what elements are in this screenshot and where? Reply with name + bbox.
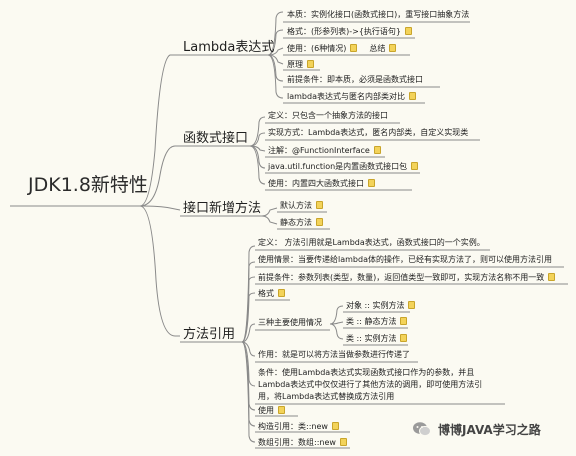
lambda-item[interactable]: lambda表达式与匿名内部类对比 — [287, 92, 416, 101]
branch-lambda[interactable]: Lambda表达式 — [183, 41, 274, 54]
lambda-item-text: 前提条件：即本质，必须是函数式接口 — [287, 75, 423, 84]
methodref-item-text: 使用 — [258, 406, 274, 415]
newmethod-item-text: 默认方法 — [280, 201, 312, 210]
functional-item-text: 定义：只包含一个抽象方法的接口 — [268, 111, 388, 120]
methodref-item-text: 使用情景：当要传递给lambda体的操作，已经有实现方法了，则可以使用方法引用 — [258, 255, 552, 264]
lambda-item[interactable]: 前提条件：即本质，必须是函数式接口 — [287, 76, 423, 84]
note-icon — [408, 301, 416, 309]
note-icon — [316, 201, 323, 209]
note-icon — [408, 92, 416, 100]
branch-method-reference[interactable]: 方法引用 — [183, 328, 235, 341]
methodref-condition-line: 用，将Lambda表达式替换成方法引用 — [258, 392, 395, 401]
methodref-item-text: 构造引用：类::new — [258, 422, 328, 431]
newmethod-item[interactable]: 静态方法 — [280, 218, 323, 227]
note-icon — [307, 60, 314, 68]
note-icon — [373, 146, 381, 154]
methodref-condition-line: 条件：使用Lambda表达式实现函数式接口作为的参数，并且 — [258, 368, 475, 377]
methodref-item-text: 作用：就是可以将方法当做参数进行传递了 — [258, 350, 410, 359]
methodref-case-text: 类 :: 静态方法 — [346, 317, 397, 326]
note-icon — [368, 179, 375, 187]
methodref-item[interactable]: 使用情景：当要传递给lambda体的操作，已经有实现方法了，则可以使用方法引用 — [258, 256, 552, 264]
methodref-item[interactable]: 前提条件：参数列表(类型，数量)，返回值类型一致即可，实现方法名称不用一致 — [258, 273, 556, 282]
note-icon — [339, 438, 347, 446]
methodref-item-text: 数组引用：数组::new — [258, 438, 336, 447]
lambda-item[interactable]: 使用：(6种情况) 总结 — [287, 44, 397, 53]
methodref-item[interactable]: 数组引用：数组::new — [258, 438, 347, 447]
lambda-item[interactable]: 格式：(形参列表)->{执行语句} — [287, 27, 413, 36]
watermark: 博博JAVA学习之路 — [412, 418, 541, 440]
methodref-item[interactable]: 三种主要使用情况 — [258, 319, 322, 327]
functional-item-text: 实现方式：Lambda表达式，匿名内部类，自定义实现类 — [268, 128, 469, 137]
functional-item[interactable]: 定义：只包含一个抽象方法的接口 — [268, 112, 388, 120]
newmethod-item[interactable]: 默认方法 — [280, 201, 323, 210]
branch-functional-interface[interactable]: 函数式接口 — [183, 132, 248, 145]
newmethod-item-text: 静态方法 — [280, 218, 312, 227]
methodref-condition[interactable]: 条件：使用Lambda表达式实现函数式接口作为的参数，并且 Lambda表达式中… — [258, 367, 482, 403]
root-topic[interactable]: JDK1.8新特性 — [28, 176, 148, 195]
note-icon — [548, 273, 556, 281]
methodref-case[interactable]: 类 :: 静态方法 — [346, 317, 408, 326]
note-icon — [278, 406, 285, 414]
lambda-item-text: 使用：(6种情况) — [287, 44, 347, 53]
methodref-item-text: 前提条件：参数列表(类型，数量)，返回值类型一致即可，实现方法名称不用一致 — [258, 273, 545, 282]
note-icon — [350, 44, 358, 52]
methodref-condition-line: Lambda表达式中仅仅进行了其他方法的调用，即可使用方法引 — [258, 380, 483, 389]
methodref-case[interactable]: 类 :: 实例方法 — [346, 334, 408, 343]
lambda-item-text: 原理 — [287, 60, 303, 69]
functional-item[interactable]: 实现方式：Lambda表达式，匿名内部类，自定义实现类 — [268, 129, 468, 137]
methodref-case-text: 对象 :: 实例方法 — [346, 301, 405, 310]
branch-interface-new-methods[interactable]: 接口新增方法 — [183, 202, 261, 215]
methodref-item-text: 定义： 方法引用就是Lambda表达式，函数式接口的一个实例。 — [258, 238, 485, 247]
note-icon — [278, 289, 285, 297]
lambda-item-text: 本质：实例化接口(函数式接口)，重写接口抽象方法 — [287, 10, 470, 19]
functional-item-text: java.util.function是内置函数式接口包 — [268, 162, 408, 171]
functional-item-text: 注解：@FunctionInterface — [268, 146, 370, 155]
methodref-item-text: 三种主要使用情况 — [258, 318, 322, 327]
methodref-item[interactable]: 构造引用：类::new — [258, 422, 339, 431]
lambda-item[interactable]: 原理 — [287, 60, 314, 69]
lambda-item-text: lambda表达式与匿名内部类对比 — [287, 92, 405, 101]
lambda-usage-summary: 总结 — [369, 44, 386, 53]
note-icon — [389, 44, 397, 52]
note-icon — [411, 162, 419, 170]
methodref-case[interactable]: 对象 :: 实例方法 — [346, 301, 416, 310]
note-icon — [400, 334, 408, 342]
methodref-item[interactable]: 作用：就是可以将方法当做参数进行传递了 — [258, 351, 410, 359]
note-icon — [400, 317, 408, 325]
lambda-item[interactable]: 本质：实例化接口(函数式接口)，重写接口抽象方法 — [287, 11, 469, 19]
methodref-item[interactable]: 格式 — [258, 289, 285, 298]
functional-item[interactable]: 使用：内置四大函数式接口 — [268, 179, 375, 188]
functional-item-text: 使用：内置四大函数式接口 — [268, 179, 364, 188]
note-icon — [405, 27, 413, 35]
methodref-item[interactable]: 定义： 方法引用就是Lambda表达式，函数式接口的一个实例。 — [258, 239, 485, 247]
methodref-case-text: 类 :: 实例方法 — [346, 334, 397, 343]
functional-item[interactable]: java.util.function是内置函数式接口包 — [268, 162, 419, 171]
lambda-item-text: 格式：(形参列表)->{执行语句} — [287, 27, 402, 36]
watermark-text: 博博JAVA学习之路 — [438, 422, 541, 437]
methodref-item[interactable]: 使用 — [258, 406, 285, 415]
methodref-item-text: 格式 — [258, 289, 274, 298]
note-icon — [316, 218, 323, 226]
functional-item[interactable]: 注解：@FunctionInterface — [268, 146, 381, 155]
note-icon — [331, 422, 339, 430]
wechat-icon — [413, 422, 431, 437]
